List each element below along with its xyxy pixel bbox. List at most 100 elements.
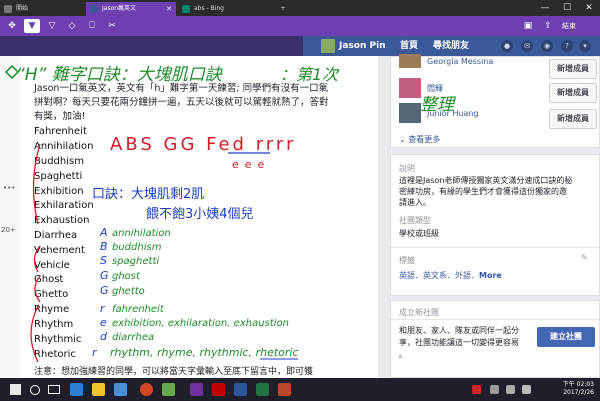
tab-start[interactable]: 開始: [0, 2, 84, 16]
create-group-text: 享，社團功能讓這一切變得更容易: [399, 338, 519, 347]
friend-requests-icon[interactable]: ●: [501, 40, 513, 52]
powerpoint-icon[interactable]: [278, 383, 291, 396]
profile-link[interactable]: Jason Pin: [339, 36, 386, 56]
vocab-word: Vehement: [34, 245, 85, 256]
see-more-label: 查看更多: [408, 135, 441, 144]
new-tab-button[interactable]: +: [276, 2, 290, 16]
app-icon[interactable]: [162, 383, 175, 396]
tab-jason[interactable]: Jason瘋英文 ✕: [86, 2, 176, 16]
create-group-button[interactable]: 建立社團: [537, 327, 595, 347]
opera-icon[interactable]: [140, 383, 153, 396]
battery-icon[interactable]: [522, 385, 531, 394]
start-icon: [4, 5, 12, 13]
add-member-button[interactable]: 新增成員: [549, 109, 597, 129]
vocab-word: Spaghetti: [34, 171, 83, 182]
clock-time: 下午 02:03: [562, 381, 594, 388]
messages-icon[interactable]: ✉: [521, 40, 533, 52]
edit-icon[interactable]: ✎: [581, 253, 588, 262]
bing-icon: [182, 5, 190, 13]
share-icon[interactable]: ⇪: [540, 19, 556, 33]
word-icon[interactable]: [234, 383, 247, 396]
intro-line: 拼對啊？每天只要花兩分鐘拼一遍，五天以後就可以駕輕就熟了，答對: [34, 97, 329, 108]
clock-date: 2017/2/26: [563, 389, 594, 396]
save-icon[interactable]: ▣: [520, 19, 536, 33]
tab-label: abs - Bing: [194, 5, 224, 12]
about-text: 這裡是Jason老師傳授獨家英文滿分速成口訣的秘: [399, 176, 573, 185]
member-name[interactable]: 閻輝: [427, 83, 443, 94]
network-icon[interactable]: [490, 385, 499, 394]
tab-bing[interactable]: abs - Bing: [178, 2, 272, 16]
account-menu-icon[interactable]: ▾: [579, 40, 591, 52]
group-type-title: 社團類型: [399, 216, 431, 225]
maximize-button[interactable]: ☐: [556, 0, 578, 16]
members-card: Georgia Messina 新增成員 閻輝 新增成員 Junior Huan…: [390, 54, 600, 148]
store-icon[interactable]: [114, 383, 127, 396]
about-text: 密練功房，有緣的學生們才會獲得這份獨家的邀: [399, 187, 567, 196]
avatar[interactable]: [321, 39, 335, 53]
vocab-word: Exhibition: [34, 186, 84, 197]
group-type-value: 學校或班級: [399, 229, 439, 238]
clock[interactable]: 下午 02:03 2017/2/26: [563, 381, 594, 397]
add-member-button[interactable]: 新增成員: [549, 59, 597, 79]
tab-label: 開始: [16, 5, 29, 12]
task-view-icon[interactable]: [48, 385, 60, 394]
ink-toolbar: ✥ ▼ ▽ ◇ ⎕ ✂ ▣ ⇪ 結束: [0, 16, 600, 36]
highlighter-icon[interactable]: ▽: [44, 19, 60, 33]
facebook-header: Jason Pin 首頁 尋找朋友 ● ✉ ◉ ? ▾: [303, 36, 600, 56]
avatar[interactable]: [399, 54, 421, 68]
post-footer: 注意：想加強練習的同學，可以將當天字彙輸入至底下留言中，即可獲: [34, 367, 314, 377]
facebook-icon: [90, 5, 98, 13]
avatar[interactable]: [399, 78, 421, 98]
acrobat-icon[interactable]: [212, 383, 225, 396]
close-window-button[interactable]: ✕: [578, 0, 600, 16]
create-group-text: 和朋友、家人、隊友或同伴一起分: [399, 326, 519, 335]
divider: [391, 319, 599, 320]
search-icon[interactable]: [30, 385, 40, 395]
tab-label: Jason瘋英文: [102, 5, 137, 12]
tab-bar: 開始 Jason瘋英文 ✕ abs - Bing + — ☐ ✕: [0, 0, 600, 16]
vocab-word: Fahrenheit: [34, 126, 87, 137]
text-icon[interactable]: ⎕: [84, 19, 100, 33]
left-strip: ••• 20+: [0, 56, 21, 378]
vocab-word: Annihilation: [34, 141, 94, 152]
pan-icon[interactable]: ✥: [4, 19, 20, 33]
home-link[interactable]: 首頁: [400, 36, 418, 56]
minimize-button[interactable]: —: [534, 0, 556, 16]
avatar[interactable]: [399, 103, 421, 123]
eraser-icon[interactable]: ◇: [64, 19, 80, 33]
tray-app-icon[interactable]: [472, 385, 481, 394]
tags-more-link[interactable]: More: [479, 271, 502, 280]
vocab-word: Rhyme: [34, 304, 70, 315]
create-group-text: 。: [399, 350, 407, 359]
vocab-word: Buddhism: [34, 156, 84, 167]
edge-icon[interactable]: [70, 383, 83, 396]
find-friends-link[interactable]: 尋找朋友: [433, 36, 469, 56]
clip-icon[interactable]: ✂: [104, 19, 120, 33]
close-icon[interactable]: ✕: [166, 2, 172, 16]
volume-icon[interactable]: [506, 385, 515, 394]
add-member-button[interactable]: 新增成員: [549, 83, 597, 103]
member-name[interactable]: Georgia Messina: [427, 57, 493, 66]
notifications-icon[interactable]: ◉: [541, 40, 553, 52]
about-title: 說明: [399, 164, 415, 173]
member-name[interactable]: Junior Huang: [427, 109, 479, 118]
vocab-word: Rhythmic: [34, 334, 82, 345]
start-windows-icon[interactable]: [10, 384, 21, 395]
chevron-down-icon: ⌄: [399, 135, 409, 144]
folder-icon[interactable]: [92, 383, 105, 396]
see-more-link[interactable]: ⌄ 查看更多: [399, 134, 440, 145]
excel-icon[interactable]: [256, 383, 269, 396]
exit-ink-button[interactable]: 結束: [562, 19, 576, 33]
onenote-icon[interactable]: [190, 383, 203, 396]
count-badge: 20+: [1, 226, 16, 234]
about-text: 請進入。: [399, 198, 431, 207]
more-options-icon[interactable]: •••: [3, 184, 15, 192]
divider: [391, 247, 599, 248]
intro-line: Jason一口氣英文，英文有「h」難字第一天練習; 同學們有沒有一口氣: [34, 83, 329, 94]
pen-icon[interactable]: ▼: [24, 19, 40, 33]
tags-link[interactable]: 英語．英文系．外語．: [399, 271, 479, 280]
vocab-word: Ghost: [34, 274, 64, 285]
vocab-word: Diarrhea: [34, 230, 78, 241]
create-group-card: 成立新社團 和朋友、家人、隊友或同伴一起分 享，社團功能讓這一切變得更容易 。 …: [390, 300, 600, 378]
help-icon[interactable]: ?: [561, 40, 573, 52]
